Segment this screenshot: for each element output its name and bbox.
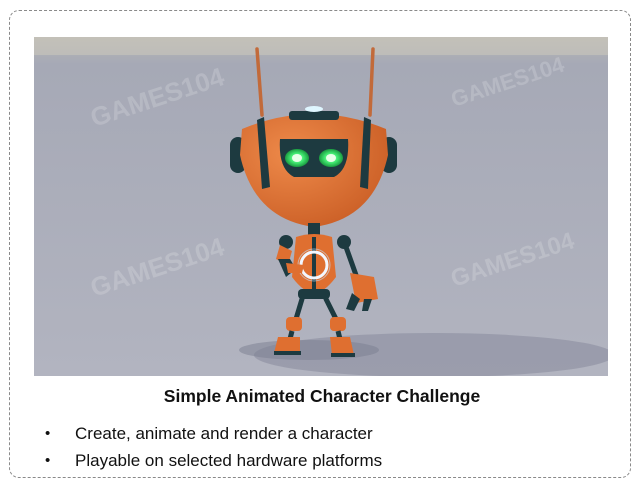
bullet-item: • Playable on selected hardware platform… [40,447,382,474]
bullet-list: • Create, animate and render a character… [40,420,382,474]
bullet-text: Playable on selected hardware platforms [75,451,383,470]
bullet-item: • Create, animate and render a character [40,420,382,447]
bullet-text: Create, animate and render a character [75,424,373,443]
slide-caption-title: Simple Animated Character Challenge [163,386,481,406]
bullet-dot: • [45,425,51,442]
robot-character-render: GAMES104 GAMES104 GAMES104 GAMES104 [34,37,608,376]
bullet-dot: • [45,452,51,469]
